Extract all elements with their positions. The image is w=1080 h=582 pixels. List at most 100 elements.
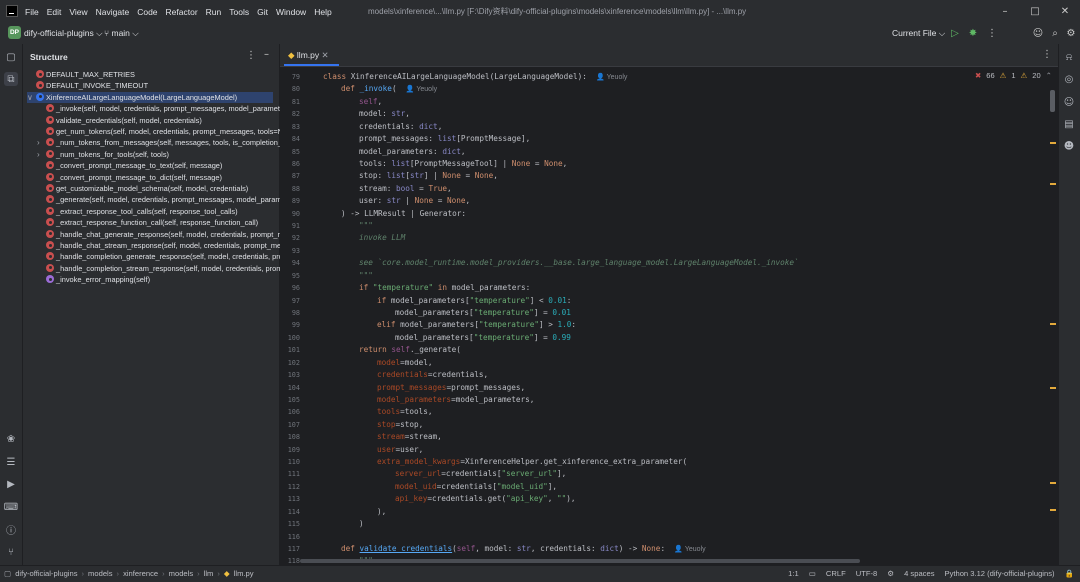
menu-tools[interactable]: Tools	[228, 7, 250, 17]
breadcrumb-item[interactable]: models	[88, 569, 112, 578]
structure-item[interactable]: _extract_response_function_call(self, re…	[46, 217, 258, 228]
code-line[interactable]: stop: list[str] | None = None,	[359, 171, 498, 180]
minimize-panel-icon[interactable]: –	[264, 49, 269, 60]
readonly-lock-icon[interactable]: ▭	[809, 569, 816, 578]
collapsed-arrow-icon[interactable]: ›	[37, 137, 40, 148]
code-line[interactable]: ),	[377, 507, 386, 516]
indent-setting[interactable]: 4 spaces	[904, 569, 934, 578]
structure-item[interactable]: _invoke(self, model, credentials, prompt…	[46, 103, 284, 114]
code-line[interactable]: return self._generate(	[359, 345, 461, 354]
project-switcher[interactable]: dify-official-plugins ⌵	[24, 26, 103, 40]
search-icon[interactable]: ⌕	[1049, 27, 1061, 39]
vertical-scrollbar[interactable]	[1050, 90, 1055, 112]
breadcrumb-item[interactable]: llm.py	[234, 569, 254, 578]
structure-item[interactable]: get_customizable_model_schema(self, mode…	[46, 183, 248, 194]
notifications-icon[interactable]: ⍾	[1062, 50, 1076, 64]
close-icon[interactable]: ✕	[1050, 0, 1080, 23]
structure-item[interactable]: DEFAULT_INVOKE_TIMEOUT	[36, 80, 148, 91]
structure-item[interactable]: _generate(self, model, credentials, prom…	[46, 194, 282, 205]
structure-item[interactable]: _handle_completion_stream_response(self,…	[46, 263, 282, 274]
git-icon[interactable]: ⑂	[4, 545, 18, 559]
code-line[interactable]: user: str | None = None,	[359, 196, 470, 205]
maximize-icon[interactable]: □	[1020, 0, 1050, 23]
menu-navigate[interactable]: Navigate	[95, 7, 131, 17]
code-line[interactable]: tools=tools,	[377, 407, 433, 416]
horizontal-scrollbar[interactable]	[300, 559, 860, 563]
code-line[interactable]: model_parameters["temperature"] = 0.01	[395, 308, 571, 317]
code-line[interactable]: api_key=credentials.get("api_key", ""),	[395, 494, 576, 503]
python-interpreter[interactable]: Python 3.12 (dify-official-plugins)	[945, 569, 1055, 578]
structure-item[interactable]: › _num_tokens_for_tools(self, tools)	[37, 149, 169, 160]
structure-item[interactable]: › _num_tokens_from_messages(self, message…	[37, 137, 288, 148]
menu-git[interactable]: Git	[256, 7, 269, 17]
code-line[interactable]: stream: bool = True,	[359, 184, 452, 193]
warning-marker[interactable]	[1050, 183, 1056, 185]
structure-item[interactable]: DEFAULT_MAX_RETRIES	[36, 69, 135, 80]
code-line[interactable]: model_parameters=model_parameters,	[377, 395, 534, 404]
settings-gear-icon[interactable]: ⚙	[1065, 27, 1077, 39]
menu-help[interactable]: Help	[313, 7, 332, 17]
structure-item[interactable]: _extract_response_tool_calls(self, respo…	[46, 206, 238, 217]
warning-marker[interactable]	[1050, 387, 1056, 389]
code-line[interactable]: stream=stream,	[377, 432, 442, 441]
code-line[interactable]: """	[359, 271, 373, 280]
inspection-widget[interactable]: ✖66 ⚠1 ⚠20 ⌃ ⌄	[975, 71, 1063, 80]
code-line[interactable]: prompt_messages=prompt_messages,	[377, 383, 525, 392]
copilot-icon[interactable]: ☻	[1062, 139, 1076, 153]
menu-code[interactable]: Code	[136, 7, 158, 17]
add-user-icon[interactable]: ☺	[1032, 27, 1044, 39]
code-line[interactable]: def _invoke( 👤 Yeuoly	[341, 84, 437, 93]
code-line[interactable]: prompt_messages: list[PromptMessage],	[359, 134, 530, 143]
more-tabs-icon[interactable]: ⋮	[1042, 49, 1052, 60]
menu-file[interactable]: File	[24, 7, 40, 17]
menu-edit[interactable]: Edit	[46, 7, 63, 17]
structure-icon[interactable]: ⧉	[4, 72, 18, 86]
more-options-icon[interactable]: ⋮	[246, 50, 256, 61]
structure-item[interactable]: ∨ XinferenceAILargeLanguageModel(LargeLan…	[27, 91, 273, 104]
caret-position[interactable]: 1:1	[788, 569, 799, 578]
code-line[interactable]: model_parameters: dict,	[359, 147, 465, 156]
breadcrumb-item[interactable]: xinference	[123, 569, 158, 578]
project-folder-icon[interactable]: ▢	[4, 50, 18, 64]
collapsed-arrow-icon[interactable]: ›	[37, 149, 40, 160]
terminal-icon[interactable]: ⌨	[4, 500, 18, 514]
file-encoding[interactable]: UTF-8	[856, 569, 878, 578]
more-actions-icon[interactable]: ⋮	[986, 27, 998, 39]
code-line[interactable]: def validate_credentials(self, model: st…	[341, 544, 706, 553]
code-line[interactable]: )	[359, 519, 364, 528]
warning-marker[interactable]	[1050, 323, 1056, 325]
lock-icon[interactable]: 🔒	[1065, 569, 1074, 578]
code-line[interactable]: tools: list[PromptMessageTool] | None = …	[359, 159, 567, 168]
breadcrumb-item[interactable]: dify-official-plugins	[15, 569, 77, 578]
debug-icon[interactable]: ✸	[967, 27, 979, 39]
layers-icon[interactable]: ☰	[4, 455, 18, 469]
python-packages-icon[interactable]: ❀	[4, 432, 18, 446]
code-line[interactable]: model_parameters["temperature"] = 0.99	[395, 333, 571, 342]
code-line[interactable]: extra_model_kwargs=XinferenceHelper.get_…	[377, 457, 687, 466]
warning-marker[interactable]	[1050, 142, 1056, 144]
warning-marker[interactable]	[1050, 509, 1056, 511]
code-line[interactable]: model: str,	[359, 109, 410, 118]
structure-item[interactable]: _convert_prompt_message_to_text(self, me…	[46, 160, 222, 171]
close-tab-icon[interactable]: ✕	[322, 50, 329, 60]
code-line[interactable]: user=user,	[377, 445, 423, 454]
code-line[interactable]: ) -> LLMResult | Generator:	[341, 209, 466, 218]
chevron-up-icon[interactable]: ⌃	[1046, 71, 1052, 80]
structure-item[interactable]: _invoke_error_mapping(self)	[46, 274, 150, 285]
database-icon[interactable]: ◎	[1062, 72, 1076, 86]
tab-llm-py[interactable]: ◆ llm.py ✕	[284, 46, 339, 66]
run-configuration-selector[interactable]: Current File ⌵	[892, 26, 945, 40]
structure-item[interactable]: get_num_tokens(self, model, credentials,…	[46, 126, 283, 137]
code-line[interactable]: """	[359, 221, 373, 230]
warning-marker[interactable]	[1050, 482, 1056, 484]
structure-item[interactable]: _handle_chat_generate_response(self, mod…	[46, 229, 284, 240]
code-line[interactable]: if "temperature" in model_parameters:	[359, 283, 530, 292]
menu-refactor[interactable]: Refactor	[165, 7, 199, 17]
line-separator[interactable]: CRLF	[826, 569, 846, 578]
menu-run[interactable]: Run	[205, 7, 223, 17]
sciview-icon[interactable]: ▤	[1062, 117, 1076, 131]
run-services-icon[interactable]: ▶	[4, 477, 18, 491]
structure-item[interactable]: _handle_completion_generate_response(sel…	[46, 251, 283, 262]
structure-item[interactable]: _convert_prompt_message_to_dict(self, me…	[46, 172, 222, 183]
project-badge[interactable]: DP	[8, 26, 21, 39]
